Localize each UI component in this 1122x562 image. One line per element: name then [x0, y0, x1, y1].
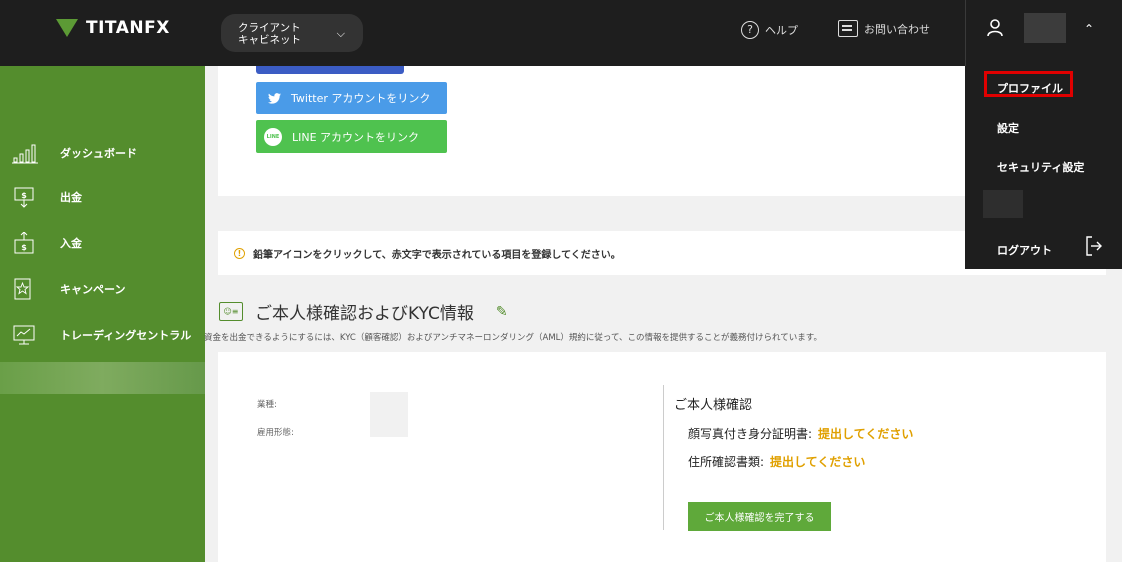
- twitter-link-button[interactable]: Twitter アカウントをリンク: [256, 82, 447, 114]
- pencil-icon[interactable]: ✎: [496, 304, 508, 320]
- sidebar-item-label: 出金: [60, 191, 82, 204]
- section-title: ご本人様確認およびKYC情報: [255, 304, 474, 324]
- sidebar-item-redacted[interactable]: [0, 362, 205, 394]
- verification-title: ご本人様確認: [674, 398, 753, 413]
- address-proof-label: 住所確認書類:: [688, 455, 765, 469]
- sidebar-item-deposit[interactable]: $ 入金: [12, 232, 82, 254]
- kyc-description: 資金を出金できるようにするには、KYC（顧客確認）およびアンチマネーロンダリング…: [204, 333, 822, 343]
- kyc-section-header: ☺≡ ご本人様確認およびKYC情報 ✎: [219, 299, 508, 324]
- sidebar: ダッシュボード $ 出金 $ 入金 キャンペーン トレーディングセントラル: [0, 66, 205, 562]
- user-menu-toggle[interactable]: ⌃: [965, 0, 1122, 66]
- address-proof-status[interactable]: 提出してください: [770, 455, 865, 469]
- industry-label: 業種:: [257, 400, 277, 410]
- deposit-icon: $: [14, 232, 34, 254]
- username-redacted: [1024, 13, 1066, 43]
- sidebar-item-label: トレーディングセントラル: [60, 329, 192, 342]
- chat-icon: [838, 20, 858, 37]
- twitter-link-label: Twitter アカウントをリンク: [291, 92, 431, 105]
- chart-icon: [12, 144, 38, 164]
- photo-id-row: 顔写真付き身分証明書: 提出してください: [688, 425, 913, 442]
- user-icon: [987, 19, 1003, 37]
- help-icon: ?: [741, 21, 759, 39]
- notice-text: 鉛筆アイコンをクリックして、赤文字で表示されている項目を登録してください。: [253, 249, 621, 261]
- contact-link[interactable]: お問い合わせ: [838, 20, 930, 37]
- logo[interactable]: TITANFX: [56, 18, 170, 38]
- sidebar-item-dashboard[interactable]: ダッシュボード: [12, 142, 137, 164]
- contact-label: お問い合わせ: [864, 22, 930, 36]
- photo-id-status[interactable]: 提出してください: [818, 427, 913, 441]
- menu-item-redacted[interactable]: [983, 190, 1023, 218]
- sidebar-item-label: 入金: [60, 237, 82, 250]
- logout-icon[interactable]: [1086, 236, 1102, 256]
- sidebar-item-campaign[interactable]: キャンペーン: [12, 278, 125, 300]
- chevron-up-icon: ⌃: [1084, 22, 1095, 36]
- line-link-label: LINE アカウントをリンク: [292, 130, 420, 144]
- facebook-link-button[interactable]: [256, 66, 404, 74]
- complete-verification-button[interactable]: ご本人様確認を完了する: [688, 502, 831, 531]
- logo-text: TITANFX: [86, 18, 170, 38]
- profile-highlight-box: [984, 71, 1073, 97]
- kyc-card: [218, 352, 1106, 562]
- line-icon: LINE: [264, 127, 282, 146]
- employment-label: 雇用形態:: [257, 428, 294, 438]
- top-bar: TITANFX クライアント キャビネット ⌵ ? ヘルプ お問い合わせ ⌃: [0, 0, 1122, 66]
- client-portal-button[interactable]: クライアント キャビネット ⌵: [221, 14, 363, 52]
- menu-item-security[interactable]: セキュリティ設定: [997, 159, 1084, 175]
- id-card-icon: ☺≡: [219, 302, 243, 321]
- help-link[interactable]: ? ヘルプ: [741, 21, 798, 39]
- titan-logo-icon: [56, 19, 78, 37]
- photo-id-label: 顔写真付き身分証明書:: [688, 427, 813, 441]
- field-values-redacted: [370, 392, 408, 437]
- menu-item-logout[interactable]: ログアウト: [997, 242, 1052, 258]
- help-label: ヘルプ: [765, 24, 798, 37]
- sidebar-item-label: キャンペーン: [60, 283, 126, 296]
- chevron-down-icon: ⌵: [336, 27, 345, 40]
- svg-text:$: $: [21, 243, 27, 252]
- divider: [663, 385, 664, 530]
- withdraw-icon: $: [14, 187, 34, 208]
- trading-icon: [13, 325, 35, 345]
- campaign-icon: [14, 278, 31, 300]
- twitter-icon: [268, 92, 281, 104]
- sidebar-item-withdraw[interactable]: $ 出金: [12, 186, 82, 208]
- sidebar-item-trading-central[interactable]: トレーディングセントラル: [12, 324, 191, 346]
- menu-item-settings[interactable]: 設定: [997, 120, 1019, 136]
- info-icon: !: [234, 247, 245, 259]
- line-link-button[interactable]: LINE LINE アカウントをリンク: [256, 120, 447, 153]
- svg-text:$: $: [21, 191, 27, 200]
- sidebar-item-label: ダッシュボード: [60, 147, 137, 160]
- address-proof-row: 住所確認書類: 提出してください: [688, 453, 865, 470]
